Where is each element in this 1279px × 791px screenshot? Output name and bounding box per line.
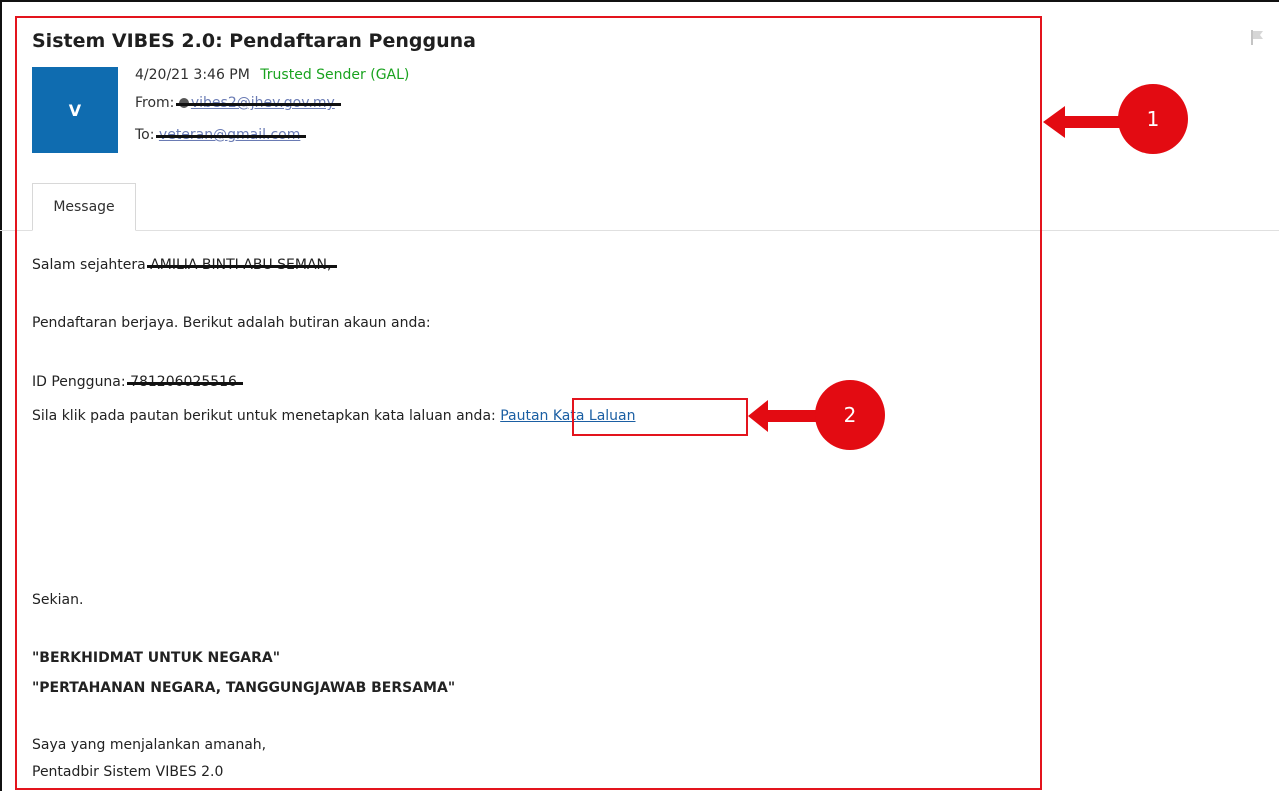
annotation-callout-2: 2 bbox=[815, 380, 885, 450]
annotation-box-email bbox=[15, 16, 1042, 790]
flag-icon[interactable] bbox=[1249, 29, 1265, 45]
annotation-arrow-1-icon bbox=[1043, 106, 1123, 138]
annotation-callout-2-label: 2 bbox=[843, 403, 857, 427]
annotation-box-link bbox=[572, 398, 748, 436]
annotation-callout-1: 1 bbox=[1118, 84, 1188, 154]
annotation-callout-1-label: 1 bbox=[1146, 107, 1160, 131]
annotation-arrow-2-icon bbox=[748, 400, 818, 432]
